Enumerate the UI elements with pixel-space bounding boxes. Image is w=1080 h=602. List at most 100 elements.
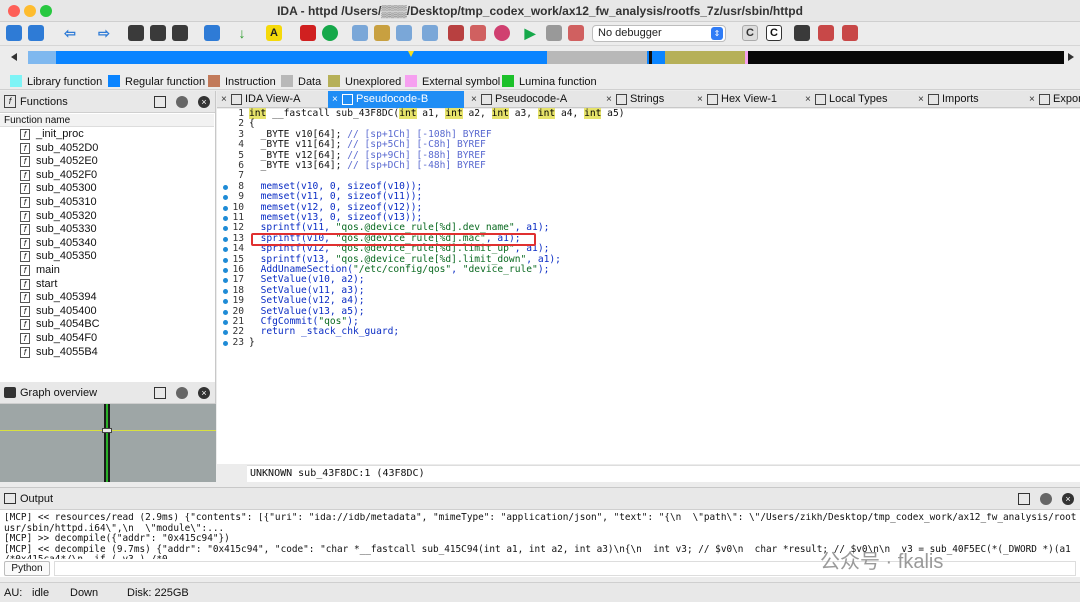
breakpoint-dot-icon[interactable]	[223, 195, 228, 201]
navigation-band[interactable]	[0, 46, 1080, 72]
breakpoint-dot-icon[interactable]	[223, 205, 228, 211]
close-tab-icon[interactable]: ×	[918, 91, 924, 108]
maximize-panel-button[interactable]	[1018, 493, 1030, 505]
list-remove-icon[interactable]	[818, 25, 834, 41]
float-panel-button[interactable]	[1040, 493, 1052, 505]
graph-overview-canvas[interactable]	[0, 404, 216, 482]
proximity-view-icon[interactable]	[150, 25, 166, 41]
nav-left-arrow-icon[interactable]	[11, 53, 17, 61]
close-tab-icon[interactable]: ×	[606, 91, 612, 108]
close-panel-button[interactable]: ×	[198, 387, 210, 399]
breakpoint-dot-icon[interactable]	[223, 278, 228, 284]
function-list-item[interactable]: f sub_405320	[0, 210, 214, 224]
data-icon[interactable]	[374, 25, 390, 41]
function-list-item[interactable]: f sub_405310	[0, 196, 214, 210]
text-color-icon[interactable]: A	[266, 25, 282, 41]
function-list-item[interactable]: f main	[0, 264, 214, 278]
float-panel-button[interactable]	[176, 96, 188, 108]
list-icon[interactable]	[794, 25, 810, 41]
navigation-strip[interactable]	[28, 51, 1064, 64]
back-icon[interactable]: ⇦	[62, 25, 78, 41]
function-list-item[interactable]: f sub_4052E0	[0, 155, 214, 169]
nav-right-arrow-icon[interactable]	[1068, 53, 1074, 61]
pseudocode-icon[interactable]: C	[766, 25, 782, 41]
breakpoint-dot-icon[interactable]	[223, 216, 228, 221]
maximize-panel-button[interactable]	[154, 387, 166, 399]
close-panel-button[interactable]: ×	[198, 96, 210, 108]
close-tab-icon[interactable]: ×	[332, 91, 338, 108]
tab-local-types[interactable]: × Local Types	[801, 91, 911, 108]
lumina-icon[interactable]	[322, 25, 338, 41]
maximize-panel-button[interactable]	[154, 96, 166, 108]
function-list-item[interactable]: f sub_4055B4	[0, 346, 214, 360]
breakpoint-dot-icon[interactable]	[223, 247, 228, 253]
function-list-item[interactable]: f start	[0, 278, 214, 292]
function-name-column-header[interactable]: Function name	[0, 114, 214, 127]
function-list-item[interactable]: f sub_405400	[0, 305, 214, 319]
bookmark-icon[interactable]	[494, 25, 510, 41]
python-language-button[interactable]: Python	[4, 561, 50, 576]
tab-pseudocode-a[interactable]: × Pseudocode-A	[467, 91, 599, 108]
forward-icon[interactable]: ⇨	[96, 25, 112, 41]
close-tab-icon[interactable]: ×	[697, 91, 703, 108]
breakpoint-dot-icon[interactable]	[223, 340, 228, 346]
tab-strings[interactable]: × Strings	[602, 91, 690, 108]
debugger-select[interactable]: No debugger ⇕	[592, 25, 726, 42]
breakpoint-dot-icon[interactable]	[223, 226, 228, 232]
breakpoint-dot-icon[interactable]	[223, 288, 228, 294]
function-list-item[interactable]: f sub_405330	[0, 223, 214, 237]
pause-icon[interactable]	[546, 25, 562, 41]
patch-icon[interactable]	[470, 25, 486, 41]
function-list-item[interactable]: f sub_4052F0	[0, 169, 214, 183]
breakpoint-dot-icon[interactable]	[223, 330, 228, 336]
open-icon[interactable]	[6, 25, 22, 41]
legend-item: Data	[281, 75, 321, 88]
breakpoint-dot-icon[interactable]	[223, 268, 228, 273]
code-line[interactable]: 22 return _stack_chk_guard;	[217, 327, 1080, 338]
code-line[interactable]: 1 int __fastcall sub_43F8DC(int a1, int a…	[217, 108, 1080, 120]
stop-icon[interactable]	[568, 25, 584, 41]
array-icon[interactable]	[422, 25, 438, 41]
tab-hex-view-1[interactable]: × Hex View-1	[693, 91, 798, 108]
tab-exports[interactable]: ×Exports	[1025, 91, 1080, 108]
function-list-item[interactable]: f sub_4052D0	[0, 142, 214, 156]
graph-view-icon[interactable]	[128, 25, 144, 41]
code-line[interactable]: 6 _BYTE v13[64]; // [sp+DCh] [-48h] BYRE…	[217, 160, 1080, 172]
jump-icon[interactable]: ↓	[234, 25, 250, 41]
function-list-item[interactable]: f sub_405300	[0, 182, 214, 196]
breakpoint-dot-icon[interactable]	[223, 257, 228, 263]
save-icon[interactable]	[28, 25, 44, 41]
function-list-item[interactable]: f sub_405350	[0, 250, 214, 264]
cpp-icon[interactable]: C	[742, 25, 758, 41]
struct-icon[interactable]	[396, 25, 412, 41]
breakpoint-icon[interactable]	[300, 25, 316, 41]
pseudocode-view[interactable]: 1 int __fastcall sub_43F8DC(int a1, int a…	[217, 108, 1080, 464]
function-list-item[interactable]: f sub_405394	[0, 291, 214, 305]
run-icon[interactable]: ▶	[522, 25, 538, 41]
legend-item: Instruction	[208, 75, 276, 88]
close-tab-icon[interactable]: ×	[805, 91, 811, 108]
tab-imports[interactable]: × Imports	[914, 91, 1022, 108]
function-list-item[interactable]: f sub_4054BC	[0, 318, 214, 332]
float-panel-button[interactable]	[176, 387, 188, 399]
segment-icon[interactable]	[352, 25, 368, 41]
breakpoint-dot-icon[interactable]	[223, 236, 228, 242]
close-panel-button[interactable]: ×	[1062, 493, 1074, 505]
tab-pseudocode-b[interactable]: × Pseudocode-B	[328, 91, 464, 108]
breakpoint-dot-icon[interactable]	[223, 309, 228, 315]
close-tab-icon[interactable]: ×	[221, 91, 227, 108]
search-icon[interactable]	[204, 25, 220, 41]
function-list-item[interactable]: f _init_proc	[0, 128, 214, 142]
undefine-icon[interactable]	[448, 25, 464, 41]
code-line[interactable]: 23}	[217, 337, 1080, 349]
breakpoint-dot-icon[interactable]	[223, 184, 228, 190]
function-list-item[interactable]: f sub_4054F0	[0, 332, 214, 346]
breakpoint-dot-icon[interactable]	[223, 299, 228, 305]
breakpoint-dot-icon[interactable]	[223, 320, 228, 325]
close-tab-icon[interactable]: ×	[1029, 91, 1035, 108]
tab-ida-view-a[interactable]: × IDA View-A	[217, 91, 325, 108]
close-tab-icon[interactable]: ×	[471, 91, 477, 108]
list-clear-icon[interactable]	[842, 25, 858, 41]
function-list-item[interactable]: f sub_405340	[0, 237, 214, 251]
hex-view-icon[interactable]	[172, 25, 188, 41]
